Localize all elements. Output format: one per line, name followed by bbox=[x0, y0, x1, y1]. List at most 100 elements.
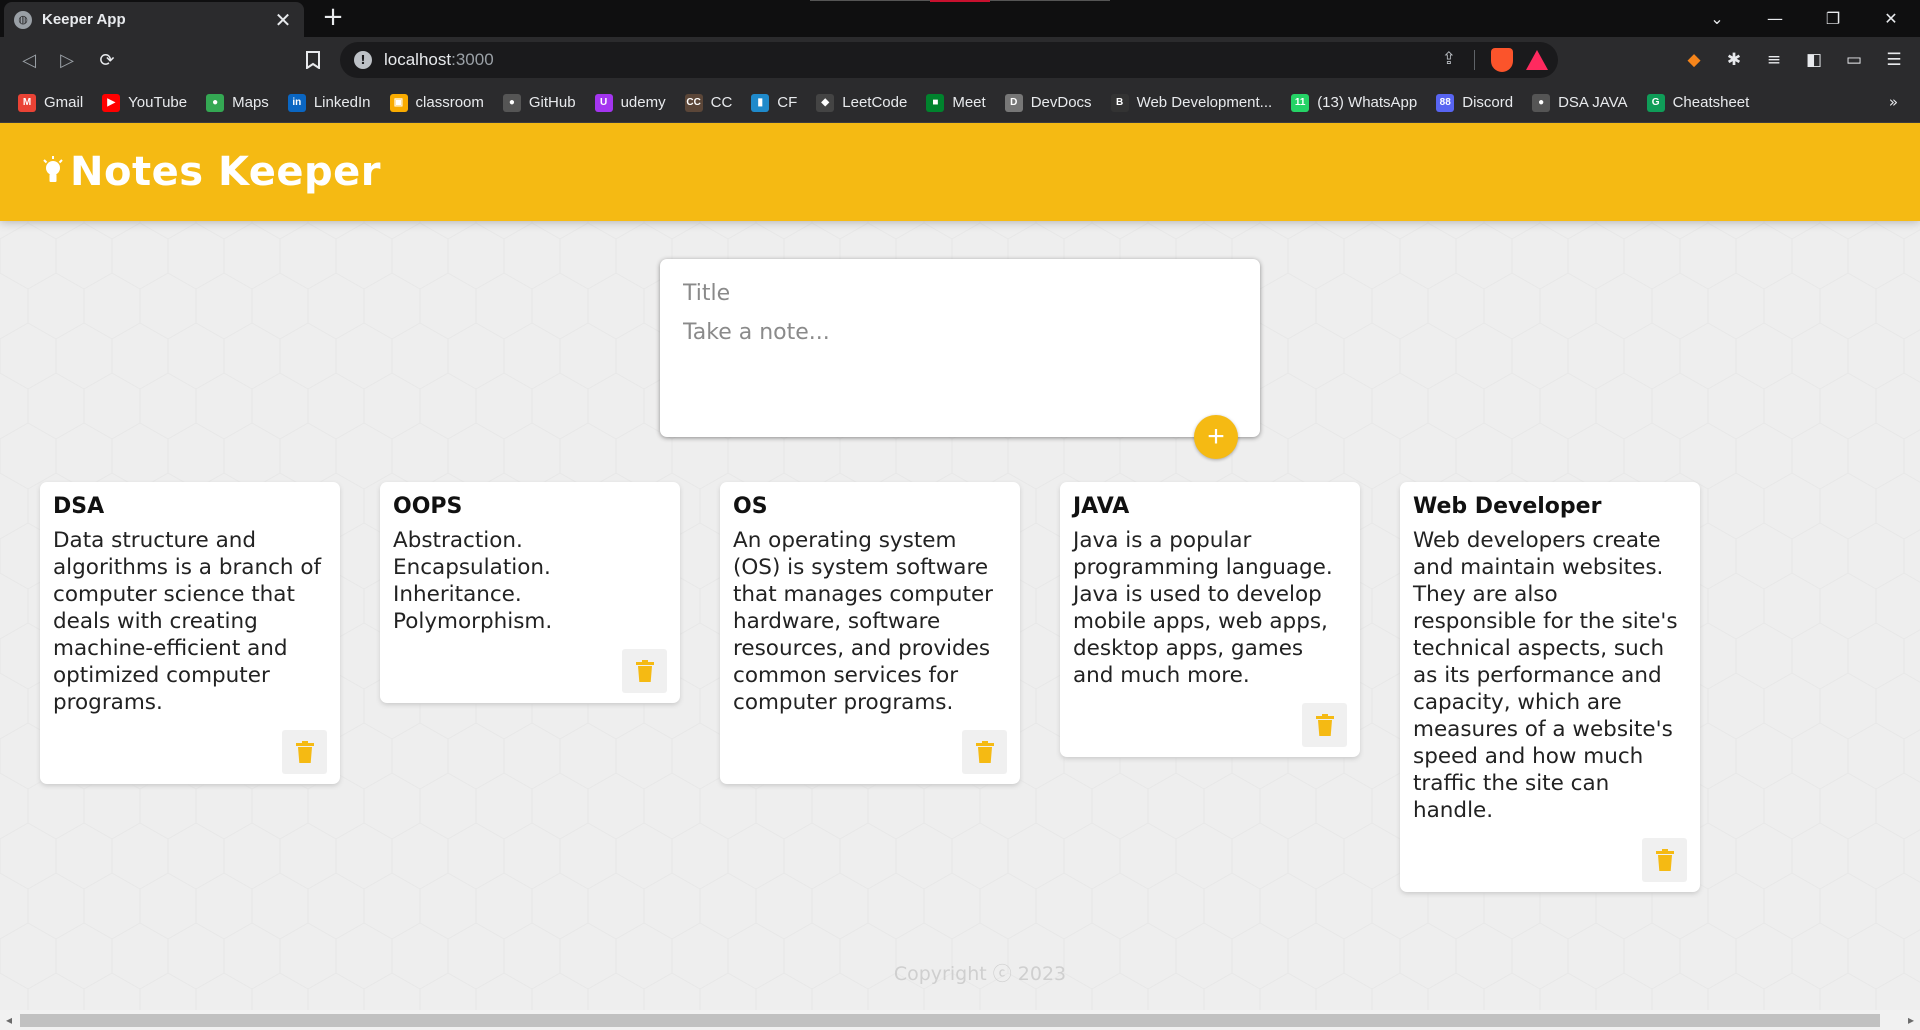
trash-icon bbox=[1655, 849, 1674, 871]
bookmark-udemy[interactable]: Uudemy bbox=[594, 93, 666, 112]
bookmark-icon[interactable] bbox=[298, 45, 328, 75]
create-note-form: + bbox=[660, 259, 1260, 459]
bookmark-maps[interactable]: ● Maps bbox=[206, 93, 269, 112]
new-tab-button[interactable]: + bbox=[318, 2, 348, 32]
bookmark-label: Web Development... bbox=[1136, 94, 1273, 111]
delete-note-button[interactable] bbox=[962, 730, 1007, 774]
note-card: JAVA Java is a popular programming langua… bbox=[1060, 482, 1360, 757]
bookmarks-bar: M Gmail ▶ YouTube ● Maps in LinkedIn ▣ classroom ●… bbox=[0, 83, 1920, 123]
bookmark-dsa-java[interactable]: ● DSA JAVA bbox=[1532, 93, 1628, 112]
page-footer: Copyright ⓒ 2023 bbox=[893, 963, 1067, 985]
site-info-icon[interactable]: ! bbox=[354, 51, 372, 69]
codechef-icon: CC bbox=[684, 93, 703, 112]
media-queue-icon[interactable]: ≡ bbox=[1760, 45, 1788, 75]
globe-icon: ◍ bbox=[14, 10, 32, 29]
note-title: OS bbox=[733, 494, 768, 519]
bookmark-label: GitHub bbox=[528, 94, 576, 111]
bookmark-label: classroom bbox=[415, 94, 484, 111]
note-card: DSA Data structure and algorithms is a br… bbox=[40, 482, 340, 784]
tab-search-icon[interactable]: ⌄ bbox=[1688, 0, 1746, 37]
cheatsheet-icon: G bbox=[1646, 93, 1665, 112]
bookmark-label: Maps bbox=[232, 94, 269, 111]
brave-shields-icon[interactable] bbox=[1491, 48, 1513, 72]
restore-icon[interactable]: ❐ bbox=[1804, 0, 1862, 37]
minimize-icon[interactable]: — bbox=[1746, 0, 1804, 37]
note-content-input[interactable] bbox=[683, 320, 1237, 400]
app-title: Notes Keeper bbox=[70, 149, 381, 195]
bookmark-classroom[interactable]: ▣ classroom bbox=[389, 93, 484, 112]
horizontal-scrollbar[interactable]: ◂ ▸ bbox=[0, 1010, 1920, 1030]
bookmark-meet[interactable]: ■ Meet bbox=[926, 93, 986, 112]
bookmark-github[interactable]: ● GitHub bbox=[502, 93, 576, 112]
discord-icon: 88 bbox=[1436, 93, 1455, 112]
maps-icon: ● bbox=[206, 93, 225, 112]
address-host: localhost bbox=[384, 50, 452, 69]
delete-note-button[interactable] bbox=[1302, 703, 1347, 747]
omnibox-divider bbox=[1474, 50, 1475, 70]
bookmark-devdocs[interactable]: D DevDocs bbox=[1004, 93, 1092, 112]
tab-strip: ◍ Keeper App ✕ + ⌄ — ❐ ✕ bbox=[0, 0, 1920, 37]
app-header: Notes Keeper bbox=[0, 123, 1920, 221]
trash-icon bbox=[1315, 714, 1334, 736]
menu-icon[interactable]: ☰ bbox=[1880, 45, 1908, 75]
whatsapp-icon: 11 bbox=[1291, 93, 1310, 112]
bookmark-label: udemy bbox=[620, 94, 666, 111]
note-title: OOPS bbox=[393, 494, 463, 519]
close-window-icon[interactable]: ✕ bbox=[1862, 0, 1920, 37]
add-note-button[interactable]: + bbox=[1194, 415, 1238, 459]
bookmark-discord[interactable]: 88 Discord bbox=[1436, 93, 1513, 112]
delete-note-button[interactable] bbox=[622, 649, 667, 693]
extensions-puzzle-icon[interactable]: ✱ bbox=[1720, 45, 1748, 75]
webdev-icon: B bbox=[1110, 93, 1129, 112]
codeforces-icon: ▮ bbox=[751, 93, 770, 112]
udemy-icon: U bbox=[594, 93, 613, 112]
more-bookmarks-icon[interactable]: » bbox=[1889, 93, 1898, 111]
bookmark-youtube[interactable]: ▶ YouTube bbox=[102, 93, 187, 112]
bookmark-web-development[interactable]: B Web Development... bbox=[1110, 93, 1273, 112]
delete-note-button[interactable] bbox=[282, 730, 327, 774]
scroll-left-icon[interactable]: ◂ bbox=[6, 1013, 12, 1027]
bookmark-cheatsheet[interactable]: G Cheatsheet bbox=[1646, 93, 1749, 112]
bookmark-13-whatsapp[interactable]: 11 (13) WhatsApp bbox=[1291, 93, 1417, 112]
trash-icon bbox=[635, 660, 654, 682]
bookmark-label: LeetCode bbox=[842, 94, 908, 111]
linkedin-icon: in bbox=[287, 93, 306, 112]
note-title: JAVA bbox=[1073, 494, 1130, 519]
note-card: OS An operating system (OS) is system sof… bbox=[720, 482, 1020, 784]
back-button[interactable]: ◁ bbox=[14, 45, 44, 75]
address-port: :3000 bbox=[451, 50, 494, 69]
note-content: Abstraction. Encapsulation. Inheritance.… bbox=[393, 528, 553, 634]
gmail-icon: M bbox=[18, 93, 36, 112]
note-title-input[interactable] bbox=[683, 281, 1237, 306]
delete-note-button[interactable] bbox=[1642, 838, 1687, 882]
bookmark-leetcode[interactable]: ◆ LeetCode bbox=[816, 93, 908, 112]
address-bar[interactable]: ! localhost:3000 ⇪ bbox=[340, 42, 1558, 78]
metamask-icon[interactable]: ◆ bbox=[1680, 45, 1708, 75]
forward-button[interactable]: ▷ bbox=[52, 45, 82, 75]
wallet-icon[interactable]: ▭ bbox=[1840, 45, 1868, 75]
classroom-icon: ▣ bbox=[389, 93, 408, 112]
bookmark-label: LinkedIn bbox=[313, 94, 371, 111]
note-title: Web Developer bbox=[1413, 494, 1602, 519]
bookmark-label: Gmail bbox=[44, 94, 84, 111]
tab-keeper-app[interactable]: ◍ Keeper App ✕ bbox=[4, 2, 304, 37]
share-icon[interactable]: ⇪ bbox=[1442, 49, 1456, 69]
scrollbar-thumb[interactable] bbox=[20, 1014, 1880, 1027]
scroll-right-icon[interactable]: ▸ bbox=[1908, 1013, 1914, 1027]
devdocs-icon: D bbox=[1004, 93, 1023, 112]
sidebar-icon[interactable]: ◧ bbox=[1800, 45, 1828, 75]
reload-button[interactable]: ⟳ bbox=[92, 45, 122, 75]
brave-rewards-icon[interactable] bbox=[1526, 50, 1548, 70]
bookmark-label: DSA JAVA bbox=[1558, 94, 1628, 111]
github-icon: ● bbox=[502, 93, 521, 112]
bookmark-linkedin[interactable]: in LinkedIn bbox=[287, 93, 371, 112]
lightbulb-icon bbox=[43, 156, 63, 182]
close-tab-icon[interactable]: ✕ bbox=[272, 8, 294, 32]
leetcode-icon: ◆ bbox=[816, 93, 835, 112]
tab-title: Keeper App bbox=[42, 11, 126, 28]
bookmark-cf[interactable]: ▮ CF bbox=[751, 93, 797, 112]
bookmark-gmail[interactable]: M Gmail bbox=[18, 93, 84, 112]
bookmark-cc[interactable]: CC CC bbox=[684, 93, 732, 112]
page-viewport: Notes Keeper + DSA Data structure and alg… bbox=[0, 123, 1920, 1010]
meet-icon: ■ bbox=[926, 93, 945, 112]
